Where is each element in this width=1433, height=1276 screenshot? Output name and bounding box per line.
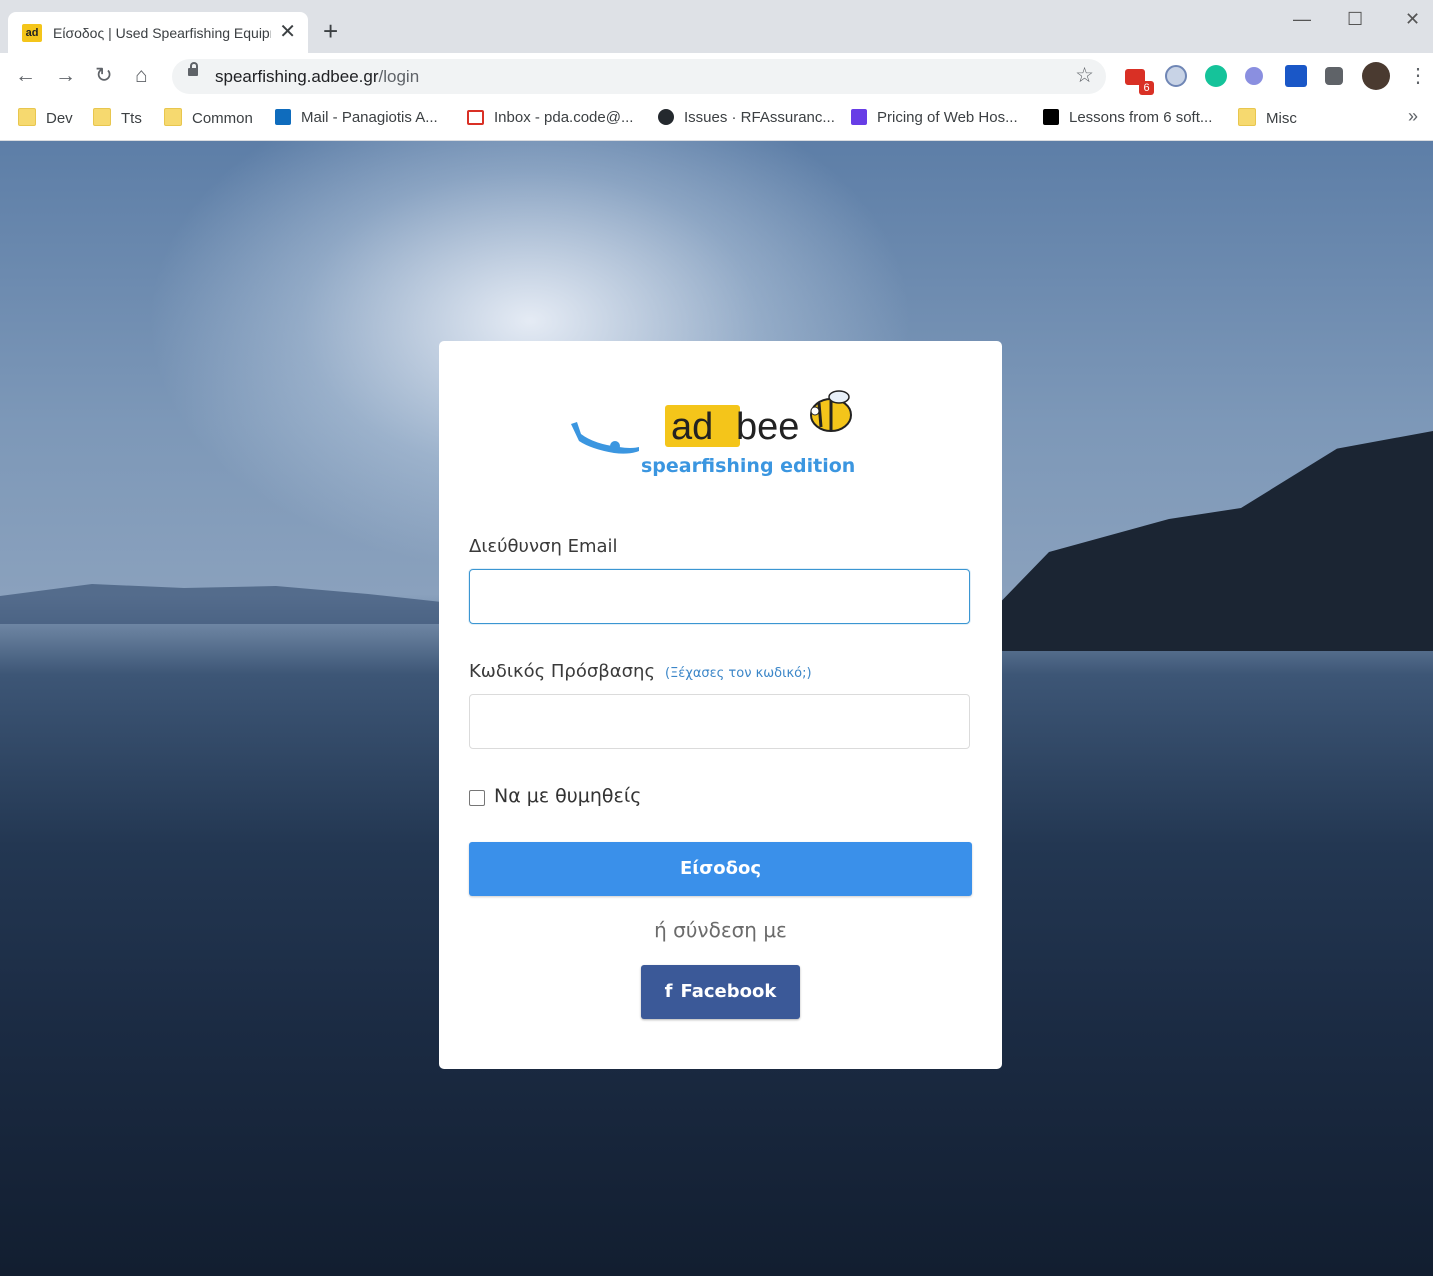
minimize-window-button[interactable]: — xyxy=(1293,6,1311,32)
profile-avatar[interactable] xyxy=(1362,62,1390,90)
tab-title: Είσοδος | Used Spearfishing Equipment xyxy=(53,25,271,41)
password-field[interactable] xyxy=(469,694,970,749)
grammarly-extension-icon[interactable] xyxy=(1205,65,1227,87)
page-background: ad bee spearfishing edition Διεύθυνση Em… xyxy=(0,141,1433,1276)
adbee-logo: ad bee spearfishing edition xyxy=(571,390,855,477)
medium-icon xyxy=(1043,109,1059,125)
more-bookmarks-icon[interactable]: » xyxy=(1408,106,1418,127)
password-label: Κωδικός Πρόσβασης xyxy=(469,661,656,682)
close-window-button[interactable]: ✕ xyxy=(1405,6,1420,32)
or-login-with-text: ή σύνδεση με xyxy=(654,918,787,942)
browser-menu-icon[interactable]: ⋮ xyxy=(1408,65,1428,87)
diver-icon xyxy=(571,422,639,454)
new-tab-button[interactable]: + xyxy=(323,18,338,44)
facebook-label: Facebook xyxy=(680,981,777,1002)
trello-extension-icon[interactable] xyxy=(1285,65,1307,87)
gmail-extension-icon[interactable]: 6 xyxy=(1125,69,1154,95)
bookmark-common[interactable]: Common xyxy=(164,108,253,128)
folder-icon xyxy=(93,108,111,126)
background-hills xyxy=(0,584,460,624)
remember-me-label[interactable]: Να με θυμηθείς xyxy=(494,785,641,807)
bookmark-star-icon[interactable]: ☆ xyxy=(1075,64,1094,88)
browser-tab[interactable]: ad Είσοδος | Used Spearfishing Equipment… xyxy=(8,12,308,53)
bookmark-issues[interactable]: Issues · RFAssuranc... xyxy=(658,108,835,128)
facebook-login-button[interactable]: f Facebook xyxy=(641,965,800,1019)
gmail-icon xyxy=(467,110,484,125)
extension-circle-icon[interactable] xyxy=(1165,65,1187,87)
password-label-row: Κωδικός Πρόσβασης (Ξέχασες τον κωδικό;) xyxy=(469,661,812,682)
logo-bee: bee xyxy=(736,406,799,448)
facebook-icon: f xyxy=(664,981,673,1002)
bookmark-lessons[interactable]: Lessons from 6 soft... xyxy=(1043,108,1212,128)
logo-tagline: spearfishing edition xyxy=(641,455,855,477)
bookmark-mail[interactable]: Mail - Panagiotis A... xyxy=(275,108,438,128)
background-mountain xyxy=(953,431,1433,651)
bookmark-tts[interactable]: Tts xyxy=(93,108,142,128)
bookmark-inbox[interactable]: Inbox - pda.code@... xyxy=(467,108,633,128)
settings-extension-icon[interactable] xyxy=(1245,67,1263,85)
outlook-icon xyxy=(275,109,291,125)
folder-icon xyxy=(18,108,36,126)
back-button[interactable]: ← xyxy=(15,63,36,89)
bookmark-pricing[interactable]: Pricing of Web Hos... xyxy=(851,108,1018,128)
logo-ad: ad xyxy=(671,406,713,448)
extensions-puzzle-icon[interactable] xyxy=(1325,67,1343,85)
email-label: Διεύθυνση Email xyxy=(469,536,618,557)
close-tab-icon[interactable]: ✕ xyxy=(279,21,296,43)
login-button[interactable]: Είσοδος xyxy=(469,842,972,896)
reload-button[interactable]: ↻ xyxy=(95,63,113,89)
home-button[interactable]: ⌂ xyxy=(135,63,148,89)
email-field[interactable] xyxy=(469,569,970,624)
address-bar[interactable]: spearfishing.adbee.gr/login ☆ xyxy=(172,59,1106,94)
url-text[interactable]: spearfishing.adbee.gr/login xyxy=(215,67,419,87)
hosting-icon xyxy=(851,109,867,125)
maximize-window-button[interactable]: ☐ xyxy=(1347,6,1363,32)
remember-me-checkbox[interactable] xyxy=(469,790,485,806)
login-card: ad bee spearfishing edition Διεύθυνση Em… xyxy=(439,341,1002,1069)
lock-icon[interactable] xyxy=(188,62,198,76)
adbee-favicon-icon: ad xyxy=(22,24,42,42)
bookmark-dev[interactable]: Dev xyxy=(18,108,73,128)
forward-button[interactable]: → xyxy=(55,63,76,89)
browser-toolbar: ← → ↻ ⌂ spearfishing.adbee.gr/login ☆ 6 … xyxy=(0,53,1433,100)
forgot-password-link[interactable]: (Ξέχασες τον κωδικό;) xyxy=(665,666,812,681)
browser-tabstrip: ad Είσοδος | Used Spearfishing Equipment… xyxy=(0,0,1433,53)
folder-icon xyxy=(164,108,182,126)
bookmark-misc[interactable]: Misc xyxy=(1238,108,1297,128)
folder-icon xyxy=(1238,108,1256,126)
github-icon xyxy=(658,109,674,125)
bookmarks-bar: Dev Tts Common Mail - Panagiotis A... In… xyxy=(0,100,1433,141)
extension-badge: 6 xyxy=(1139,81,1154,95)
